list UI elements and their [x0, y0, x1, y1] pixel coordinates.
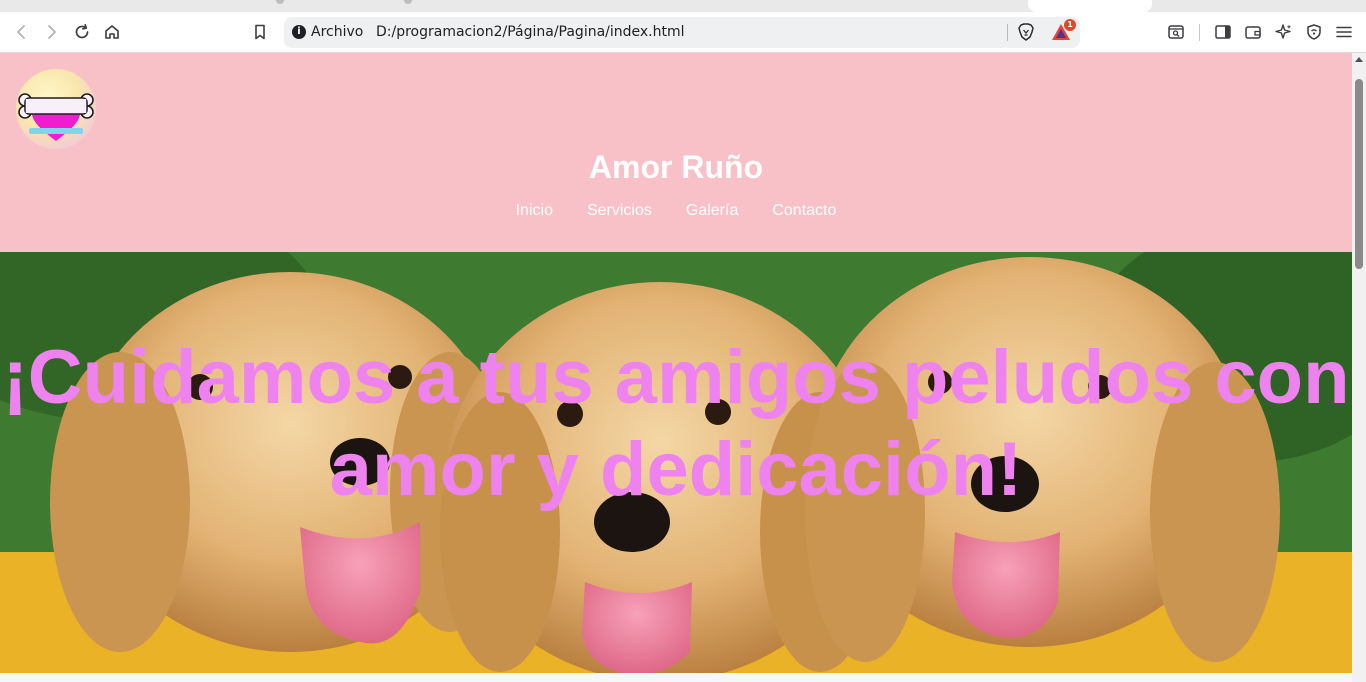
menu-button[interactable]	[1331, 19, 1357, 45]
tab-favicon[interactable]	[404, 0, 412, 4]
logo-bone-heart-icon	[18, 93, 94, 141]
leo-ai-button[interactable]	[1271, 19, 1297, 45]
nav-link-servicios[interactable]: Servicios	[587, 202, 652, 220]
address-bar[interactable]: i Archivo D:/programacion2/Página/Pagina…	[284, 17, 1080, 48]
tab-favicon[interactable]	[276, 0, 284, 4]
bookmark-icon	[255, 24, 265, 40]
page-search-icon	[1168, 25, 1184, 39]
home-icon	[105, 25, 119, 39]
main-nav: Inicio Servicios Galería Contacto	[0, 202, 1352, 220]
vpn-button[interactable]	[1301, 19, 1327, 45]
scroll-up-arrow-icon[interactable]	[1355, 57, 1363, 62]
web-page: Amor Ruño Inicio Servicios Galería Conta…	[0, 53, 1352, 673]
hero-section: ¡Cuidamos a tus amigos peludos con amor …	[0, 252, 1352, 673]
forward-button[interactable]	[38, 19, 64, 45]
scheme-label: Archivo	[311, 24, 364, 40]
nav-link-inicio[interactable]: Inicio	[516, 202, 553, 220]
site-header: Amor Ruño Inicio Servicios Galería Conta…	[0, 53, 1352, 252]
browser-toolbar: i Archivo D:/programacion2/Página/Pagina…	[0, 12, 1366, 53]
wallet-icon	[1245, 26, 1261, 39]
omnibox-divider	[1007, 24, 1008, 41]
scroll-thumb[interactable]	[1355, 79, 1363, 269]
rewards-badge: 1	[1064, 19, 1076, 31]
page-bottom-strip	[0, 673, 1352, 682]
bookmark-button[interactable]	[247, 19, 273, 45]
tab-strip	[0, 0, 1366, 12]
sidebar-button[interactable]	[1210, 19, 1236, 45]
wallet-button[interactable]	[1240, 19, 1266, 45]
hamburger-menu-icon	[1336, 26, 1352, 38]
nav-link-galeria[interactable]: Galería	[686, 202, 738, 220]
arrow-left-icon	[17, 25, 25, 39]
site-title: Amor Ruño	[588, 149, 764, 185]
home-button[interactable]	[99, 19, 125, 45]
logo[interactable]	[16, 69, 96, 149]
page-search-button[interactable]	[1163, 19, 1189, 45]
back-button[interactable]	[9, 19, 35, 45]
vertical-scrollbar[interactable]	[1352, 53, 1366, 682]
reload-button[interactable]	[69, 19, 95, 45]
hero-heading: ¡Cuidamos a tus amigos peludos con amor …	[2, 335, 1350, 512]
brave-lion-icon[interactable]	[1016, 22, 1036, 42]
site-info-icon[interactable]: i	[292, 25, 306, 39]
nav-link-contacto[interactable]: Contacto	[772, 202, 836, 220]
vpn-shield-icon	[1307, 24, 1321, 40]
toolbar-divider	[1199, 24, 1200, 41]
reload-icon	[75, 23, 89, 39]
arrow-right-icon	[48, 25, 56, 39]
url-text[interactable]: D:/programacion2/Página/Pagina/index.htm…	[376, 24, 685, 40]
sidebar-icon	[1215, 25, 1231, 39]
active-tab[interactable]	[1028, 0, 1152, 12]
sparkle-icon	[1275, 24, 1292, 39]
